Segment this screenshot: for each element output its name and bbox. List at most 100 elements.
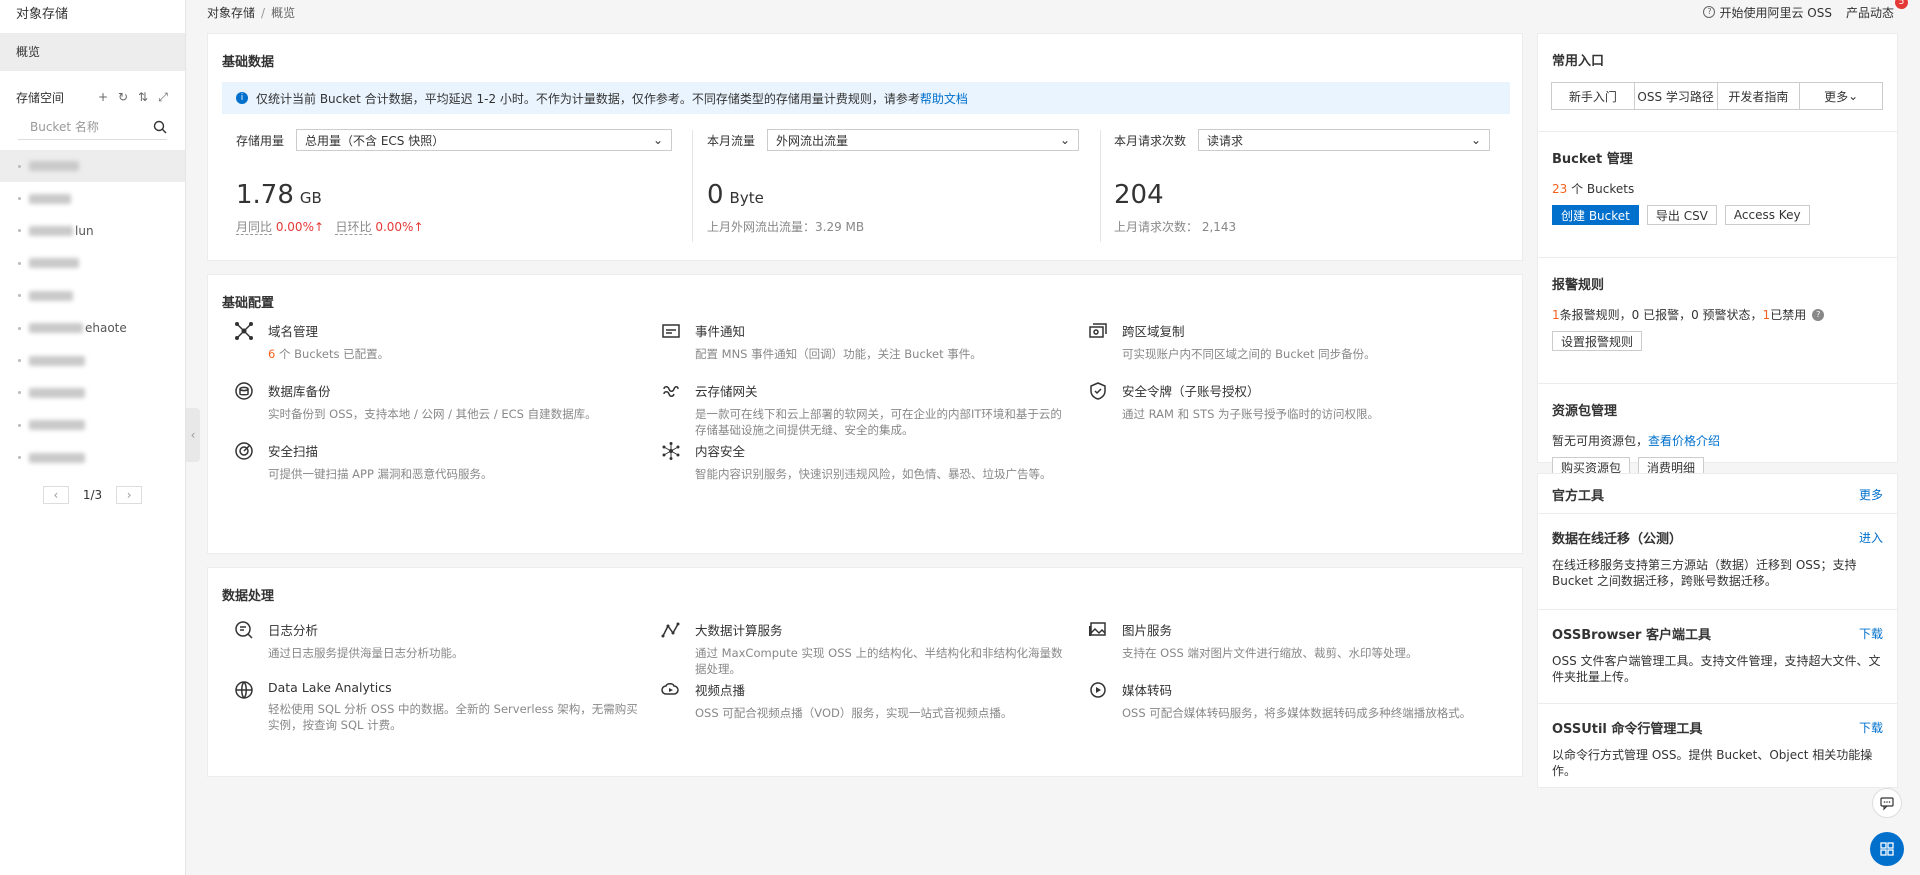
bucket-item[interactable] [0,247,185,279]
feature-title: 内容安全 [695,444,746,459]
bucket-item[interactable] [0,150,185,183]
access-key-button[interactable]: Access Key [1724,205,1810,225]
notice-text: 仅统计当前 Bucket 合计数据，平均延迟 1-2 小时。不作为计量数据，仅作… [256,91,920,106]
feature-desc: OSS 可配合媒体转码服务，将多媒体数据转码成多种终端播放格式。 [1122,706,1472,720]
storage-space-label: 存储空间 [16,90,65,105]
page-indicator: 1/3 [82,487,103,502]
product-news-link[interactable]: 产品动态 5 [1846,0,1908,21]
feature-desc: 轻松使用 SQL 分析 OSS 中的数据。全新的 Serverless 架构，无… [268,702,638,732]
feature-desc: 6 个 Buckets 已配置。 [268,347,390,361]
sidebar-item-overview[interactable]: 概览 [0,33,185,71]
alert-summary: 1 条报警规则，0 已报警，0 预警状态， 1 已禁用 ? [1552,306,1883,323]
feature-content-security[interactable]: 内容安全智能内容识别服务，快速识别违规风险，如色情、暴恐、垃圾广告等。 [659,441,1079,482]
create-bucket-button[interactable]: 创建 Bucket [1552,205,1639,225]
bucket-item[interactable] [0,377,185,409]
feature-scan[interactable]: 安全扫描 可提供一键扫描 APP 漏洞和恶意代码服务。 [232,441,652,482]
feature-event[interactable]: 事件通知 配置 MNS 事件通知（回调）功能，关注 Bucket 事件。 [659,321,1079,362]
feature-image[interactable]: 图片服务 支持在 OSS 端对图片文件进行缩放、裁剪、水印等处理。 [1086,620,1506,661]
bucket-item[interactable] [0,442,185,474]
tab-dev-guide[interactable]: 开发者指南 [1716,82,1801,110]
help-doc-link[interactable]: 帮助文档 [920,90,968,107]
feature-title: 大数据计算服务 [695,623,783,638]
start-oss-link[interactable]: ? 开始使用阿里云 OSS [1703,4,1832,21]
sort-icon[interactable]: ⇅ [137,90,149,105]
feature-title: 云存储网关 [695,384,758,399]
refresh-icon[interactable]: ↻ [117,90,129,105]
sidebar-collapse-handle[interactable]: ‹ [186,408,200,462]
request-type-select[interactable]: 读请求 ⌄ [1198,129,1491,151]
feature-log[interactable]: 日志分析 通过日志服务提供海量日志分析功能。 [232,620,652,661]
feature-title: 图片服务 [1122,623,1173,638]
set-alert-rules-button[interactable]: 设置报警规则 [1552,331,1643,351]
tab-learning-path[interactable]: OSS 学习路径 [1633,82,1718,110]
expand-icon[interactable]: ⤢ [157,90,169,105]
apps-button[interactable] [1870,832,1904,866]
scan-icon [232,441,256,465]
feedback-button[interactable] [1872,788,1902,818]
next-page-button[interactable]: › [116,485,143,504]
tools-more-link[interactable]: 更多 [1859,486,1883,503]
search-icon[interactable] [153,120,167,134]
feature-token[interactable]: 安全令牌（子账号授权） 通过 RAM 和 STS 为子账号授予临时的访问权限。 [1086,381,1506,422]
tab-getting-started[interactable]: 新手入门 [1551,82,1635,110]
tool-item: OSSUtil 命令行管理工具 下载 以命令行方式管理 OSS。提供 Bucket、… [1538,704,1897,788]
storage-space-header: 存储空间 + ↻ ⇅ ⤢ [0,87,185,107]
tool-action-link[interactable]: 进入 [1859,529,1883,546]
tool-title: OSSBrowser 客户端工具 [1552,628,1711,643]
add-icon[interactable]: + [97,90,109,105]
bucket-item[interactable] [0,182,185,214]
traffic-type-select[interactable]: 外网流出流量 ⌄ [767,129,1080,151]
requests-last-month: 上月请求次数： 2,143 [1114,220,1237,234]
feature-dla[interactable]: Data Lake Analytics 轻松使用 SQL 分析 OSS 中的数据。… [232,680,652,733]
feature-desc: 是一款可在线下和云上部署的软网关，可在企业的内部IT环境和基于云的存储基础设施之… [695,407,1062,437]
storage-type-select[interactable]: 总用量（不含 ECS 快照） ⌄ [296,129,673,151]
feature-desc: 通过日志服务提供海量日志分析功能。 [268,646,464,660]
storage-label: 存储用量 [236,133,285,148]
prev-page-button[interactable]: ‹ [42,485,69,504]
breadcrumb-current: 概览 [271,5,296,20]
tool-action-link[interactable]: 下载 [1859,719,1883,736]
feature-title: 安全扫描 [268,444,319,459]
bucket-name: lun [75,223,94,238]
feature-domain[interactable]: 域名管理 6 个 Buckets 已配置。 [232,321,652,362]
dla-icon [232,680,256,704]
feature-gateway[interactable]: 云存储网关是一款可在线下和云上部署的软网关，可在企业的内部IT环境和基于云的存储… [659,381,1079,438]
export-csv-button[interactable]: 导出 CSV [1646,205,1717,225]
tool-desc: 在线迁移服务支持第三方源站（数据）迁移到 OSS；支持 Bucket 之间数据迁… [1552,558,1857,588]
chat-icon [1880,797,1894,811]
feature-bigdata[interactable]: 大数据计算服务 通过 MaxCompute 实现 OSS 上的结构化、半结构化和非… [659,620,1079,677]
bucket-pager: ‹ 1/3 › [0,485,185,504]
feature-vod[interactable]: 视频点播 OSS 可配合视频点播（VOD）服务，实现一站式音视频点播。 [659,680,1079,721]
bucket-item[interactable]: ehaote [0,312,185,344]
basic-config-panel: 基础配置 域名管理 6 个 Buckets 已配置。 事件通知 配置 MNS 事件通知… [207,274,1523,554]
replication-icon [1086,321,1110,345]
feature-title: 安全令牌（子账号授权） [1122,384,1260,399]
bucket-item[interactable] [0,344,185,376]
price-link[interactable]: 查看价格介绍 [1648,434,1720,448]
help-icon[interactable]: ? [1812,308,1825,321]
chevron-down-icon: ⌄ [1059,133,1071,147]
bucket-search[interactable]: Bucket 名称 [18,114,167,140]
tab-more[interactable]: 更多 ⌄ [1799,82,1883,110]
feature-desc: 智能内容识别服务，快速识别违规风险，如色情、暴恐、垃圾广告等。 [695,467,1052,481]
official-tools-title: 官方工具 [1552,488,1605,504]
feature-title: 媒体转码 [1122,683,1173,698]
tool-action-link[interactable]: 下载 [1859,625,1883,642]
apps-icon [1880,842,1894,856]
bucket-item[interactable] [0,280,185,312]
tool-desc: 以命令行方式管理 OSS。提供 Bucket、Object 相关功能操作。 [1552,748,1873,778]
bucket-item[interactable]: lun [0,215,185,247]
bucket-search-input[interactable]: Bucket 名称 [30,118,99,135]
feature-transcode[interactable]: 媒体转码 OSS 可配合媒体转码服务，将多媒体数据转码成多种终端播放格式。 [1086,680,1506,721]
bucket-item[interactable] [0,409,185,441]
basic-data-panel: 基础数据 i 仅统计当前 Bucket 合计数据，平均延迟 1-2 小时。不作为… [207,33,1523,261]
bucket-list: lun ehaote [0,150,185,474]
common-entry-title: 常用入口 [1552,54,1605,69]
feature-replication[interactable]: 跨区域复制 可实现账户内不同区域之间的 Bucket 同步备份。 [1086,321,1506,362]
breadcrumb-root[interactable]: 对象存储 [207,6,255,20]
feature-db-backup[interactable]: 数据库备份 实时备份到 OSS，支持本地 / 公网 / 其他云 / ECS 自建数… [232,381,652,422]
log-icon [232,620,256,644]
feature-desc: 通过 RAM 和 STS 为子账号授予临时的访问权限。 [1122,407,1380,421]
bucket-name: ehaote [85,321,127,336]
feature-title: 跨区域复制 [1122,324,1185,339]
